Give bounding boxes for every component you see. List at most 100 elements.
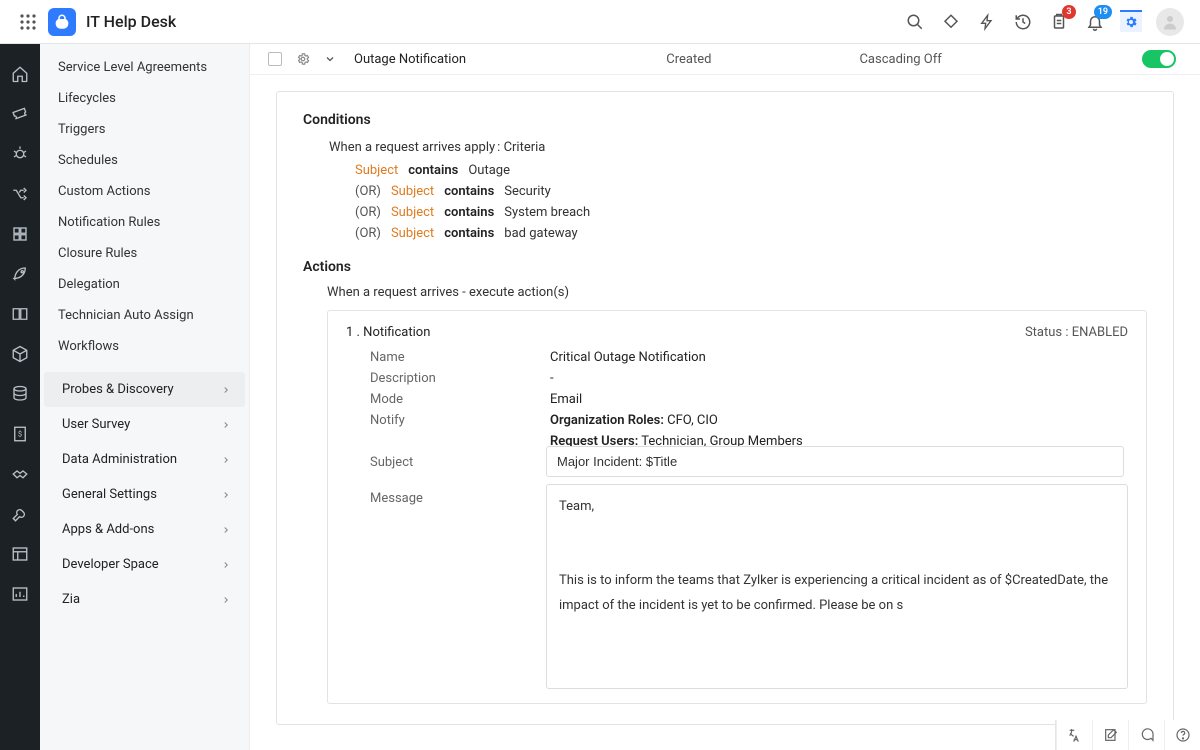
rail-puzzle-icon[interactable] xyxy=(0,214,40,254)
action-desc-value: - xyxy=(550,371,554,386)
rail-wrench-icon[interactable] xyxy=(0,494,40,534)
action-message-text: Team, This is to inform the teams that Z… xyxy=(559,499,1108,613)
sidebar-group-label: Zia xyxy=(62,592,80,607)
diamond-icon[interactable] xyxy=(940,11,962,33)
rail-shuffle-icon[interactable] xyxy=(0,174,40,214)
chevron-right-icon xyxy=(221,455,231,465)
sidebar-item[interactable]: Schedules xyxy=(40,145,249,176)
footer-translate-icon[interactable] xyxy=(1056,720,1092,750)
action-message-box[interactable]: Team, This is to inform the teams that Z… xyxy=(546,484,1128,689)
actions-heading: Actions xyxy=(303,259,1147,275)
rail-ticket-icon[interactable] xyxy=(0,94,40,134)
footer-bar xyxy=(1055,720,1200,750)
badge-blue: 19 xyxy=(1094,5,1112,19)
bell-icon[interactable]: 19 xyxy=(1084,11,1106,33)
rail-book-icon[interactable] xyxy=(0,294,40,334)
sidebar-group-label: Data Administration xyxy=(62,452,177,467)
chevron-right-icon xyxy=(221,490,231,500)
sidebar-item[interactable]: Notification Rules xyxy=(40,207,249,238)
clipboard-icon[interactable]: 3 xyxy=(1048,11,1070,33)
rule-enabled-toggle[interactable] xyxy=(1142,50,1176,68)
rail-bug-icon[interactable] xyxy=(0,134,40,174)
history-icon[interactable] xyxy=(1012,11,1034,33)
rail-cube-icon[interactable] xyxy=(0,334,40,374)
sidebar-item[interactable]: Delegation xyxy=(40,269,249,300)
sidebar-group-item[interactable]: Data Administration xyxy=(44,442,245,477)
rule-gear-icon[interactable] xyxy=(296,52,310,66)
condition-value: Outage xyxy=(468,163,510,178)
apps-grid-icon[interactable] xyxy=(8,14,48,30)
sidebar-item[interactable]: Lifecycles xyxy=(40,83,249,114)
sidebar-item[interactable]: Service Level Agreements xyxy=(40,52,249,83)
rail-invoice-icon[interactable]: $ xyxy=(0,414,40,454)
avatar[interactable] xyxy=(1156,8,1184,36)
condition-value: Security xyxy=(504,184,551,199)
sidebar-group-label: Developer Space xyxy=(62,557,159,572)
app-logo xyxy=(48,8,76,36)
sidebar-group-item[interactable]: Probes & Discovery xyxy=(44,372,245,407)
sidebar-group-item[interactable]: Apps & Add-ons xyxy=(44,512,245,547)
rail-handshake-icon[interactable] xyxy=(0,454,40,494)
chevron-right-icon xyxy=(221,420,231,430)
condition-prefix: (OR) xyxy=(355,205,381,220)
left-rail: $ xyxy=(0,44,40,750)
condition-operator: contains xyxy=(408,163,458,178)
sidebar-group-item[interactable]: General Settings xyxy=(44,477,245,512)
chevron-right-icon xyxy=(221,525,231,535)
action-desc-label: Description xyxy=(370,371,550,386)
sidebar-item[interactable]: Technician Auto Assign xyxy=(40,300,249,331)
action-subject-input[interactable] xyxy=(546,446,1124,477)
badge-red: 3 xyxy=(1062,5,1076,19)
condition-operator: contains xyxy=(444,226,494,241)
rail-chart-icon[interactable] xyxy=(0,574,40,614)
svg-text:$: $ xyxy=(18,429,22,438)
sidebar-item[interactable]: Custom Actions xyxy=(40,176,249,207)
action-subject-label: Subject xyxy=(370,455,550,470)
rail-layout-icon[interactable] xyxy=(0,534,40,574)
rail-rocket-icon[interactable] xyxy=(0,254,40,294)
sidebar-group-item[interactable]: Zia xyxy=(44,582,245,617)
actions-intro: When a request arrives - execute action(… xyxy=(327,285,1147,300)
action-notify-label: Notify xyxy=(370,413,550,428)
rule-title: Outage Notification xyxy=(354,52,466,67)
sidebar-item[interactable]: Workflows xyxy=(40,331,249,362)
rail-database-icon[interactable] xyxy=(0,374,40,414)
rule-status: Created xyxy=(666,52,711,67)
action-number-title: 1 . Notification xyxy=(346,325,430,340)
sidebar-group-item[interactable]: Developer Space xyxy=(44,547,245,582)
condition-prefix: (OR) xyxy=(355,184,381,199)
sidebar-group-label: Probes & Discovery xyxy=(62,382,174,397)
settings-sidebar: Service Level AgreementsLifecyclesTrigge… xyxy=(40,44,250,750)
action-mode-value: Email xyxy=(550,392,582,407)
sidebar-group-label: User Survey xyxy=(62,417,130,432)
sidebar-item[interactable]: Closure Rules xyxy=(40,238,249,269)
bolt-icon[interactable] xyxy=(976,11,998,33)
action-status: Status : ENABLED xyxy=(1025,325,1128,340)
condition-value: bad gateway xyxy=(504,226,577,241)
chevron-right-icon xyxy=(221,385,231,395)
condition-row: (OR)SubjectcontainsSystem breach xyxy=(355,205,1147,220)
action-message-label: Message xyxy=(370,491,550,506)
sidebar-group-item[interactable]: User Survey xyxy=(44,407,245,442)
condition-row: (OR)SubjectcontainsSecurity xyxy=(355,184,1147,199)
sidebar-item[interactable]: Triggers xyxy=(40,114,249,145)
rule-panel: Conditions When a request arrives apply:… xyxy=(276,91,1174,725)
chevron-right-icon xyxy=(221,560,231,570)
footer-help-icon[interactable] xyxy=(1164,720,1200,750)
gear-icon[interactable] xyxy=(1120,10,1142,32)
rail-home-icon[interactable] xyxy=(0,54,40,94)
rule-header-row: Outage Notification Created Cascading Of… xyxy=(250,44,1200,75)
search-icon[interactable] xyxy=(904,11,926,33)
conditions-intro: When a request arrives apply: Criteria xyxy=(329,140,1147,155)
chevron-down-icon[interactable] xyxy=(324,53,336,65)
footer-note-icon[interactable] xyxy=(1092,720,1128,750)
footer-chat-icon[interactable] xyxy=(1128,720,1164,750)
conditions-heading: Conditions xyxy=(303,112,1147,128)
chevron-right-icon xyxy=(221,595,231,605)
condition-operator: contains xyxy=(444,205,494,220)
app-title: IT Help Desk xyxy=(86,12,176,31)
condition-field: Subject xyxy=(391,205,434,220)
rule-checkbox[interactable] xyxy=(268,52,282,66)
top-header: IT Help Desk 3 19 xyxy=(0,0,1200,44)
header-actions: 3 19 xyxy=(904,8,1192,36)
